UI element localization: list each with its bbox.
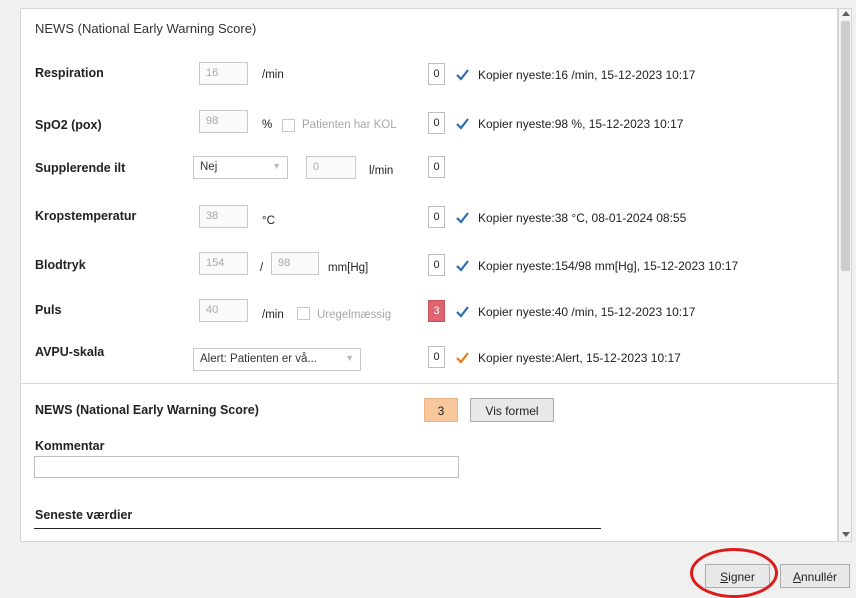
cancel-label-rest: nnullér — [800, 570, 838, 584]
comment-label: Kommentar — [35, 439, 105, 453]
temperature-copy-checkbox[interactable] — [455, 210, 470, 225]
respiration-score: 0 — [428, 63, 445, 85]
avpu-copy-checkbox[interactable] — [455, 350, 470, 365]
avpu-copy-text: Kopier nyeste:Alert, 15-12-2023 10:17 — [478, 351, 681, 365]
vertical-scrollbar[interactable] — [838, 8, 852, 542]
show-formula-button[interactable]: Vis formel — [470, 398, 554, 422]
spo2-copy-text: Kopier nyeste:98 %, 15-12-2023 10:17 — [478, 117, 684, 131]
irregular-checkbox[interactable] — [297, 307, 310, 320]
chevron-down-icon: ▼ — [272, 161, 281, 171]
latest-values-label: Seneste værdier — [35, 508, 133, 522]
oxygen-label: Supplerende ilt — [35, 161, 126, 175]
temperature-input[interactable]: 38 — [199, 205, 248, 228]
news-total-label: NEWS (National Early Warning Score) — [35, 403, 259, 417]
kol-label: Patienten har KOL — [302, 119, 397, 131]
pulse-label: Puls — [35, 303, 62, 317]
pulse-copy-text: Kopier nyeste:40 /min, 15-12-2023 10:17 — [478, 305, 696, 319]
temperature-unit: °C — [262, 215, 275, 227]
oxygen-score: 0 — [428, 156, 445, 178]
checkmark-icon — [456, 352, 469, 364]
news-form-panel: NEWS (National Early Warning Score) Resp… — [20, 8, 838, 542]
checkmark-icon — [456, 260, 469, 272]
checkmark-icon — [456, 118, 469, 130]
pulse-score: 3 — [428, 300, 445, 322]
bloodpressure-label: Blodtryk — [35, 258, 86, 272]
spo2-copy-checkbox[interactable] — [455, 116, 470, 131]
oxygen-selected-value: Nej — [200, 161, 218, 173]
oxygen-select[interactable]: Nej ▼ — [193, 156, 288, 179]
respiration-label: Respiration — [35, 66, 104, 80]
pulse-input[interactable]: 40 — [199, 299, 248, 322]
bloodpressure-score: 0 — [428, 254, 445, 276]
checkmark-icon — [456, 212, 469, 224]
highlight-circle — [690, 548, 778, 598]
respiration-copy-checkbox[interactable] — [455, 67, 470, 82]
comment-input[interactable] — [34, 456, 459, 478]
avpu-score: 0 — [428, 346, 445, 368]
checkmark-icon — [456, 69, 469, 81]
cancel-accelerator: A — [792, 570, 801, 584]
cancel-button[interactable]: Annullér — [780, 564, 850, 588]
news-total-score: 3 — [424, 398, 458, 422]
scroll-down-icon[interactable] — [842, 532, 850, 537]
latest-values-underline — [34, 528, 601, 529]
systolic-input[interactable]: 154 — [199, 252, 248, 275]
divider — [21, 383, 837, 384]
avpu-select[interactable]: Alert: Patienten er vå... ▼ — [193, 348, 361, 371]
temperature-label: Kropstemperatur — [35, 209, 137, 223]
spo2-score: 0 — [428, 112, 445, 134]
oxygen-flow-input[interactable]: 0 — [306, 156, 356, 179]
diastolic-input[interactable]: 98 — [271, 252, 319, 275]
respiration-copy-text: Kopier nyeste:16 /min, 15-12-2023 10:17 — [478, 68, 696, 82]
scroll-thumb[interactable] — [841, 21, 850, 271]
section-title: NEWS (National Early Warning Score) — [35, 21, 257, 36]
kol-checkbox[interactable] — [282, 119, 295, 132]
pulse-copy-checkbox[interactable] — [455, 304, 470, 319]
oxygen-unit: l/min — [369, 165, 394, 177]
spo2-input[interactable]: 98 — [199, 110, 248, 133]
spo2-unit: % — [262, 119, 273, 131]
bloodpressure-unit: mm[Hg] — [328, 262, 369, 274]
scroll-up-icon[interactable] — [842, 11, 850, 16]
bloodpressure-copy-text: Kopier nyeste:154/98 mm[Hg], 15-12-2023 … — [478, 259, 739, 273]
spo2-label: SpO2 (pox) — [35, 118, 102, 132]
respiration-input[interactable]: 16 — [199, 62, 248, 85]
temperature-score: 0 — [428, 206, 445, 228]
checkmark-icon — [456, 306, 469, 318]
respiration-unit: /min — [262, 69, 284, 81]
irregular-label: Uregelmæssig — [317, 309, 392, 321]
temperature-copy-text: Kopier nyeste:38 °C, 08-01-2024 08:55 — [478, 211, 687, 225]
bloodpressure-copy-checkbox[interactable] — [455, 258, 470, 273]
avpu-label: AVPU-skala — [35, 345, 105, 359]
avpu-selected-value: Alert: Patienten er vå... — [200, 353, 317, 365]
pulse-unit: /min — [262, 309, 284, 321]
bp-separator: / — [260, 262, 264, 274]
chevron-down-icon: ▼ — [345, 353, 354, 363]
